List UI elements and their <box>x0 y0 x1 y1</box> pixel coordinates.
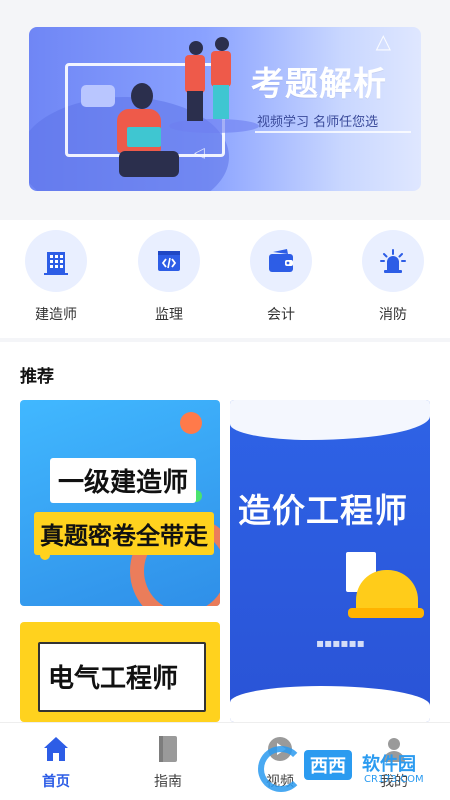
book-icon <box>159 736 177 762</box>
decor-wave-bottom <box>230 686 430 722</box>
nav-label: 指南 <box>154 774 182 790</box>
code-window-icon <box>158 251 180 271</box>
card-title: 造价工程师 <box>238 491 408 530</box>
decor-wave <box>230 400 430 440</box>
banner-figure-b <box>215 37 229 51</box>
decor-dots: ▪▪▪▪▪▪ <box>316 636 365 650</box>
banner-floor-decor <box>169 119 259 133</box>
watermark-logo-icon <box>258 746 304 792</box>
wallet-icon <box>269 249 293 272</box>
category-label: 消防 <box>379 307 407 323</box>
chat-bubble-icon <box>81 85 115 107</box>
triangle-decor-icon: △ <box>375 29 391 53</box>
banner-figure-a-legs <box>187 91 203 121</box>
course-card-dianqi-gongchengshi[interactable]: 电气工程师 <box>20 622 220 722</box>
banner-figure-a-body <box>185 55 205 93</box>
banner-title: 考题解析 <box>251 64 387 103</box>
category-kuaiji[interactable]: 会计 <box>241 230 321 330</box>
recommend-section: 推荐 一级建造师 真题密卷全带走 造价工程师 ▪▪▪▪▪▪ 电气工程师 <box>0 342 450 722</box>
banner-divider <box>255 131 411 133</box>
nav-home[interactable]: 首页 <box>16 733 96 791</box>
decor-dot <box>180 412 202 434</box>
triangle-decor-icon: ◁ <box>194 145 205 161</box>
banner-figure-b-body <box>211 51 231 87</box>
home-icon <box>44 737 68 761</box>
course-card-yiji-jianzaoshi[interactable]: 一级建造师 真题密卷全带走 <box>20 400 220 606</box>
site-watermark: 西西 软件园 CR173.COM <box>256 742 446 796</box>
section-heading: 推荐 <box>20 367 54 387</box>
banner-subtitle: 视频学习 名师任您选 <box>257 115 379 130</box>
banner-figure-a <box>189 41 203 55</box>
building-icon <box>44 252 68 275</box>
hard-hat-brim <box>348 608 424 618</box>
card-title-line2: 真题密卷全带走 <box>34 512 214 555</box>
banner-figure-b-legs <box>213 85 229 119</box>
watermark-name: 软件园 <box>362 754 416 775</box>
category-label: 会计 <box>267 307 295 323</box>
category-jianli[interactable]: 监理 <box>129 230 209 330</box>
card-title: 电气工程师 <box>48 664 179 694</box>
laptop-icon <box>127 127 161 147</box>
course-card-zaojia-gongchengshi[interactable]: 造价工程师 ▪▪▪▪▪▪ <box>230 400 430 722</box>
watermark-site: CR173.COM <box>364 774 424 785</box>
banner-person-legs <box>119 151 179 177</box>
promo-banner[interactable]: △ ◁ 考题解析 视频学习 名师任您选 <box>29 27 421 191</box>
banner-section: △ ◁ 考题解析 视频学习 名师任您选 <box>0 0 450 218</box>
banner-person-illustration <box>131 83 153 109</box>
alarm-light-icon <box>380 249 406 273</box>
nav-label: 首页 <box>42 774 70 790</box>
category-jianzaoshi[interactable]: 建造师 <box>16 230 96 330</box>
watermark-brand: 西西 <box>304 750 352 780</box>
category-label: 建造师 <box>35 307 77 323</box>
category-xiaofang[interactable]: 消防 <box>353 230 433 330</box>
card-title-line1: 一级建造师 <box>50 458 197 503</box>
category-label: 监理 <box>155 307 183 323</box>
nav-guide[interactable]: 指南 <box>128 733 208 791</box>
category-grid: 建造师 监理 会计 消防 <box>0 220 450 338</box>
